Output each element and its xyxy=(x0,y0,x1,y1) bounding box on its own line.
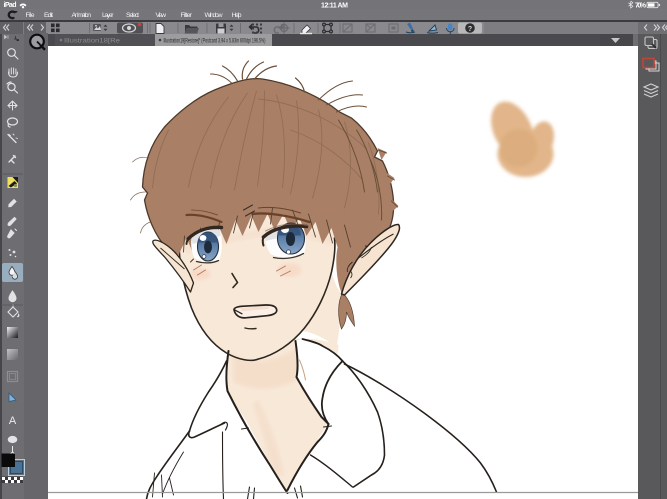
svg-text:Illustration19[Restore]* (Post: Illustration19[Restore]* (Postcard 3.94 … xyxy=(164,38,266,44)
svg-text:Illustration18[Re: Illustration18[Re xyxy=(64,38,121,44)
svg-text:iPad: iPad xyxy=(4,2,17,9)
svg-text:Layer: Layer xyxy=(102,12,114,19)
svg-text:File: File xyxy=(26,12,35,19)
svg-text:A: A xyxy=(9,415,17,427)
svg-text:Help: Help xyxy=(232,12,242,19)
svg-text:Animation: Animation xyxy=(72,12,92,19)
svg-text:Select: Select xyxy=(126,12,139,19)
svg-text:Filter: Filter xyxy=(181,12,193,19)
svg-text:70%: 70% xyxy=(635,2,647,9)
svg-text:12:11 AM: 12:11 AM xyxy=(321,2,348,9)
svg-text:Window: Window xyxy=(205,12,223,19)
svg-text:View: View xyxy=(156,12,167,19)
svg-text:Edit: Edit xyxy=(44,12,53,19)
svg-text:?: ? xyxy=(468,26,472,33)
